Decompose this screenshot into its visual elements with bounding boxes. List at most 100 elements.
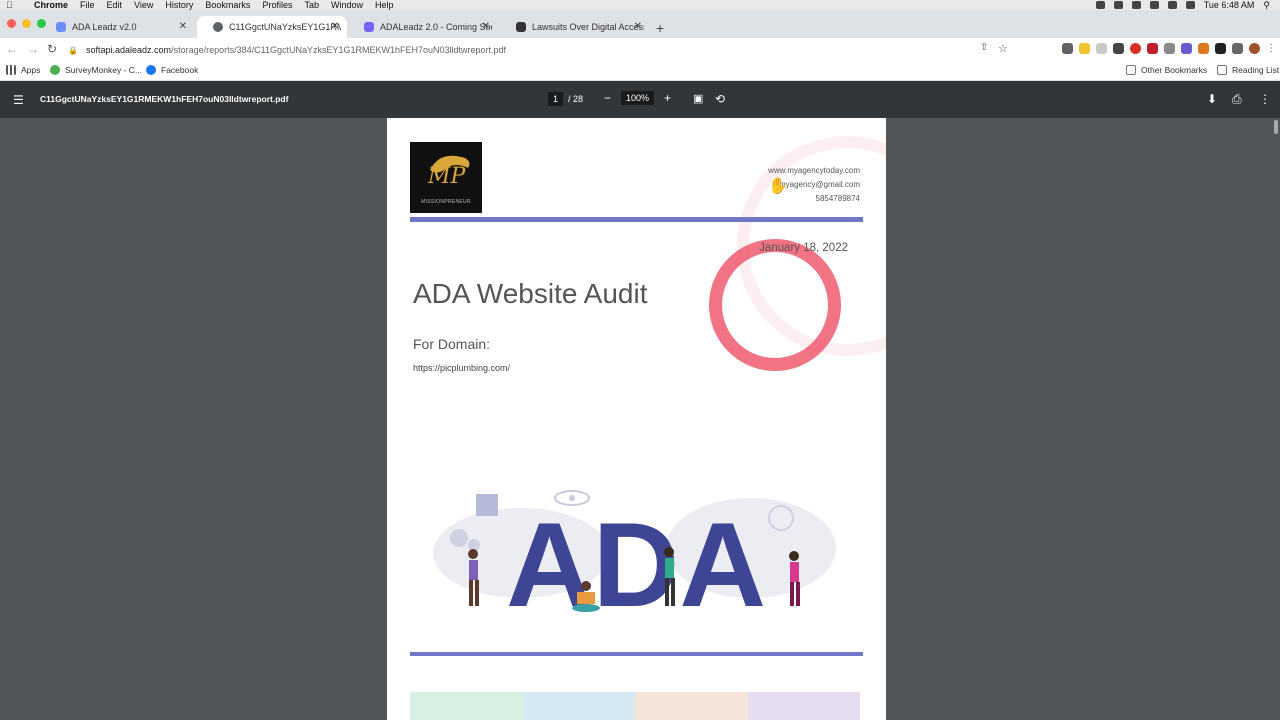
- reading-list-icon: [1217, 65, 1227, 75]
- extension-icon[interactable]: [1147, 43, 1158, 54]
- wifi-icon[interactable]: [1167, 1, 1177, 9]
- lock-icon[interactable]: 🔒: [68, 46, 78, 55]
- minimize-window-icon[interactable]: [22, 19, 31, 28]
- surveymonkey-icon: [50, 65, 60, 75]
- rotate-icon[interactable]: ⟲: [715, 92, 725, 106]
- menu-clock[interactable]: Tue 6:48 AM: [1204, 0, 1255, 10]
- more-options-icon[interactable]: ⋮: [1259, 92, 1271, 106]
- reading-list[interactable]: Reading List: [1217, 65, 1279, 75]
- pdf-filename: C11GgctUNaYzksEY1G1RMEKW1hFEH7ouN03lldtw…: [40, 94, 289, 104]
- print-icon[interactable]: ⎙: [1232, 92, 1242, 107]
- pdf-scrollbar[interactable]: [1274, 120, 1278, 134]
- menu-tab[interactable]: Tab: [304, 0, 319, 10]
- menu-edit[interactable]: Edit: [107, 0, 123, 10]
- extension-icon[interactable]: [1130, 43, 1141, 54]
- bookmark-surveymonkey[interactable]: SurveyMonkey - C...: [50, 65, 142, 75]
- metamask-icon[interactable]: [1198, 43, 1209, 54]
- close-tab-icon[interactable]: ✕: [482, 21, 490, 32]
- menu-file[interactable]: File: [80, 0, 95, 10]
- tile-peach: [635, 692, 748, 720]
- bookmark-facebook[interactable]: Facebook: [146, 65, 198, 75]
- menu-dots-icon[interactable]: ⋮: [1266, 43, 1276, 54]
- star-icon[interactable]: ☆: [998, 42, 1008, 55]
- extension-icon[interactable]: [1215, 43, 1226, 54]
- ada-art-text: ADA: [506, 498, 766, 618]
- page-total: / 28: [568, 94, 584, 104]
- menu-bookmarks[interactable]: Bookmarks: [205, 0, 250, 10]
- address-bar[interactable]: 🔒 softapi.adaleadz.com /storage/reports/…: [68, 41, 978, 59]
- contact-email: myagency@gmail.com: [778, 180, 860, 189]
- tab-lawsuits[interactable]: Lawsuits Over Digital Accessib... ✕: [500, 16, 650, 38]
- close-window-icon[interactable]: [7, 19, 16, 28]
- menu-history[interactable]: History: [165, 0, 193, 10]
- report-title: ADA Website Audit: [413, 278, 648, 309]
- fit-page-icon[interactable]: ▣: [693, 92, 703, 105]
- contact-phone: 5854789874: [815, 194, 861, 203]
- volume-icon[interactable]: [1185, 1, 1195, 9]
- extension-icon[interactable]: [1062, 43, 1073, 54]
- tab-ada-leadz[interactable]: ADA Leadz v2.0 ✕: [40, 16, 195, 38]
- extension-icon[interactable]: [1079, 43, 1090, 54]
- tab-pdf-report[interactable]: C11GgctUNaYzksEY1G1RMEKW... ✕: [197, 16, 347, 38]
- extension-icon[interactable]: [1164, 43, 1175, 54]
- extension-icon[interactable]: [1096, 43, 1107, 54]
- tab-strip: ADA Leadz v2.0 ✕ C11GgctUNaYzksEY1G1RMEK…: [0, 10, 1280, 38]
- tab-coming-soon[interactable]: ADALeadz 2.0 - Coming Soon! ✕: [348, 16, 498, 38]
- back-icon[interactable]: ←: [6, 42, 18, 56]
- folder-icon: [1126, 65, 1136, 75]
- bookmark-label: Other Bookmarks: [1141, 65, 1208, 75]
- bookmark-apps[interactable]: Apps: [6, 65, 40, 75]
- close-tab-icon[interactable]: ✕: [634, 21, 642, 32]
- facebook-icon: [146, 65, 156, 75]
- puzzle-icon[interactable]: [1232, 43, 1243, 54]
- close-tab-icon[interactable]: ✕: [179, 21, 187, 32]
- bookmark-label: Reading List: [1232, 65, 1280, 75]
- bookmarks-bar: Apps SurveyMonkey - C... Facebook Other …: [0, 61, 1280, 81]
- ada-illustration: ADA: [433, 490, 836, 618]
- profile-avatar[interactable]: [1249, 43, 1260, 54]
- download-icon[interactable]: ⬇: [1207, 92, 1217, 106]
- forward-icon[interactable]: →: [27, 42, 39, 56]
- tile-blue: [522, 692, 635, 720]
- camera-icon[interactable]: [1095, 1, 1105, 9]
- header-divider: [410, 217, 863, 222]
- new-tab-icon[interactable]: +: [656, 20, 664, 36]
- contact-website: www.myagencytoday.com: [768, 166, 860, 175]
- tab-title: C11GgctUNaYzksEY1G1RMEKW...: [229, 22, 341, 32]
- pdf-toolbar: ☰ C11GgctUNaYzksEY1G1RMEKW1hFEH7ouN03lld…: [0, 81, 1280, 118]
- spotlight-icon[interactable]: ⚲: [1263, 0, 1270, 10]
- share-icon[interactable]: ⇧: [980, 42, 988, 53]
- clock-icon[interactable]: [1113, 1, 1123, 9]
- pdf-page: MP MISSIONPRENEUR www.myagencytoday.com …: [387, 118, 886, 720]
- cloud-icon[interactable]: [1131, 1, 1141, 9]
- zoom-out-icon[interactable]: −: [604, 91, 611, 105]
- globe-icon: [213, 22, 223, 32]
- cast-icon[interactable]: [1113, 43, 1124, 54]
- page-number-input[interactable]: 1: [548, 92, 564, 106]
- hamburger-menu-icon[interactable]: ☰: [13, 93, 24, 107]
- tile-purple: [747, 692, 860, 720]
- close-tab-icon[interactable]: ✕: [331, 21, 339, 32]
- menu-view[interactable]: View: [134, 0, 153, 10]
- menu-help[interactable]: Help: [375, 0, 394, 10]
- zoom-in-icon[interactable]: +: [664, 91, 671, 105]
- url-host: softapi.adaleadz.com: [86, 45, 172, 55]
- tab-title: ADALeadz 2.0 - Coming Soon!: [380, 22, 492, 32]
- tab-title: Lawsuits Over Digital Accessib...: [532, 22, 644, 32]
- article-favicon-icon: [516, 22, 526, 32]
- adaleadz-favicon-icon: [364, 22, 374, 32]
- decorative-ring: [709, 239, 841, 371]
- menu-profiles[interactable]: Profiles: [262, 0, 292, 10]
- menu-window[interactable]: Window: [331, 0, 363, 10]
- zoom-level-input[interactable]: 100%: [621, 91, 655, 105]
- menu-app-name[interactable]: Chrome: [34, 0, 68, 10]
- page-indicator: 1 / 28: [548, 92, 583, 106]
- hand-cursor-icon: ✋: [768, 178, 788, 195]
- extension-icon[interactable]: [1181, 43, 1192, 54]
- browser-toolbar: ← → ↻ 🔒 softapi.adaleadz.com /storage/re…: [0, 38, 1280, 61]
- bookmark-label: Facebook: [161, 65, 199, 75]
- bluetooth-icon[interactable]: [1149, 1, 1159, 9]
- reload-icon[interactable]: ↻: [47, 42, 57, 56]
- apple-icon[interactable]: : [6, 0, 18, 10]
- bookmark-other[interactable]: Other Bookmarks: [1126, 65, 1207, 75]
